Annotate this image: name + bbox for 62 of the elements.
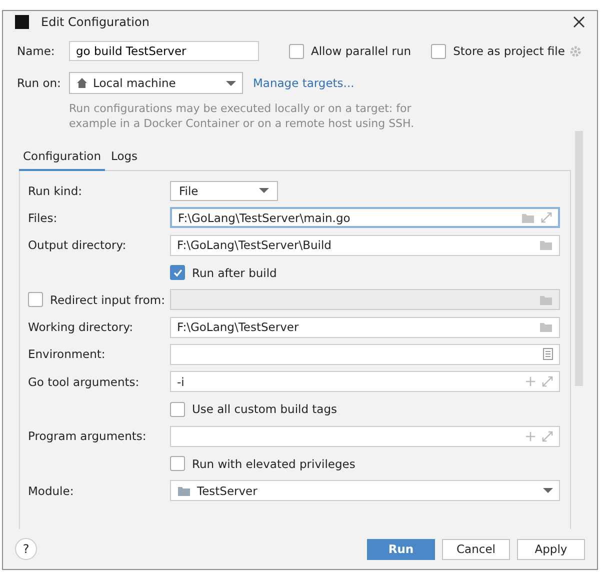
option-label: Store as project file [453, 44, 565, 58]
dialog-button[interactable]: Run [367, 538, 435, 560]
tab[interactable]: Configuration [19, 145, 105, 171]
field-label: Output directory: [28, 238, 126, 252]
checkbox[interactable] [170, 265, 185, 280]
checkbox-label: Run after build [192, 266, 277, 280]
folder-icon[interactable] [521, 212, 535, 224]
field-label: Run kind: [28, 184, 82, 198]
expand-icon[interactable] [542, 376, 553, 388]
caret-icon [543, 488, 553, 494]
input-field[interactable] [170, 426, 560, 447]
input-field[interactable]: F:\GoLang\TestServer\Build [170, 234, 560, 256]
input-field[interactable]: F:\GoLang\TestServer\main.go [170, 207, 560, 228]
manage-targets-link[interactable]: Manage targets... [253, 76, 354, 90]
list-icon[interactable] [543, 348, 553, 360]
field-label: Redirect input from: [50, 292, 165, 307]
input-field[interactable]: -i [170, 371, 560, 392]
module-dropdown[interactable]: TestServer [170, 480, 560, 502]
folder-icon[interactable] [539, 321, 553, 334]
folder-icon[interactable] [539, 294, 553, 306]
scrollbar[interactable] [575, 131, 583, 386]
checkbox[interactable] [170, 456, 185, 472]
plus-icon[interactable] [525, 376, 536, 388]
name-field[interactable]: go build TestServer [69, 41, 259, 61]
checkbox-label: Use all custom build tags [192, 402, 338, 416]
app-logo-icon [15, 15, 29, 29]
run-on-dropdown[interactable]: Local machine [69, 72, 243, 94]
plus-icon[interactable] [525, 430, 536, 442]
hint-text: Run configurations may be executed locally or on a target: for example in a Docker Container or on a remote host using SSH. [69, 101, 416, 131]
gear-icon[interactable] [568, 44, 582, 58]
name-label: Name: [17, 44, 56, 58]
option-label: Allow parallel run [311, 44, 412, 58]
close-icon[interactable] [573, 16, 585, 28]
field-label: Go tool arguments: [28, 374, 140, 389]
run-on-label: Run on: [17, 76, 62, 90]
field-label: Environment: [28, 347, 106, 362]
checkbox[interactable] [289, 44, 304, 58]
field-label: Files: [28, 210, 58, 225]
checkbox[interactable] [170, 402, 185, 417]
tab[interactable]: Logs [107, 145, 142, 170]
caret-icon [226, 80, 236, 86]
field-label: Program arguments: [28, 429, 146, 444]
input-field[interactable]: F:\GoLang\TestServer [170, 316, 560, 338]
field-label: Working directory: [28, 320, 134, 334]
field-label: Module: [28, 484, 74, 498]
checkbox[interactable] [431, 44, 446, 58]
house-icon [76, 77, 88, 89]
caret-icon [259, 188, 269, 194]
checkbox[interactable] [28, 292, 43, 308]
checkmark-icon [172, 268, 182, 278]
checkbox-label: Run with elevated privileges [192, 456, 356, 471]
folder-icon [177, 484, 191, 497]
folder-icon[interactable] [539, 239, 553, 252]
dialog-button[interactable]: Cancel [442, 538, 510, 560]
expand-icon[interactable] [541, 212, 552, 224]
run-kind-dropdown[interactable]: File [170, 180, 278, 201]
help-button[interactable]: ? [15, 538, 37, 560]
dialog-button[interactable]: Apply [517, 538, 585, 560]
input-field[interactable] [170, 289, 560, 310]
window-title: Edit Configuration [41, 15, 150, 29]
input-field[interactable] [170, 344, 560, 365]
expand-icon[interactable] [542, 430, 553, 442]
